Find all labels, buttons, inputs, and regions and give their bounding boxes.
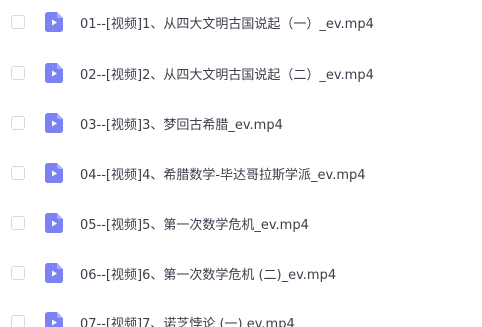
file-name[interactable]: 05--[视频]5、第一次数学危机_ev.mp4	[80, 214, 309, 233]
row-checkbox[interactable]	[11, 166, 25, 180]
video-file-icon	[45, 113, 63, 133]
video-file-icon	[45, 312, 63, 327]
list-item[interactable]: 05--[视频]5、第一次数学危机_ev.mp4	[0, 207, 482, 239]
video-file-icon	[45, 12, 63, 32]
file-name[interactable]: 04--[视频]4、希腊数学-毕达哥拉斯学派_ev.mp4	[80, 164, 366, 183]
list-item[interactable]: 04--[视频]4、希腊数学-毕达哥拉斯学派_ev.mp4	[0, 157, 482, 189]
file-name[interactable]: 02--[视频]2、从四大文明古国说起（二）_ev.mp4	[80, 64, 374, 83]
row-checkbox[interactable]	[11, 15, 25, 29]
file-list: 01--[视频]1、从四大文明古国说起（一）_ev.mp4 02--[视频]2、…	[0, 0, 482, 327]
row-checkbox[interactable]	[11, 266, 25, 280]
row-checkbox[interactable]	[11, 216, 25, 230]
file-name[interactable]: 01--[视频]1、从四大文明古国说起（一）_ev.mp4	[80, 13, 374, 32]
list-item[interactable]: 01--[视频]1、从四大文明古国说起（一）_ev.mp4	[0, 6, 482, 38]
file-name[interactable]: 03--[视频]3、梦回古希腊_ev.mp4	[80, 114, 283, 133]
list-item[interactable]: 03--[视频]3、梦回古希腊_ev.mp4	[0, 107, 482, 139]
list-item[interactable]: 06--[视频]6、第一次数学危机 (二)_ev.mp4	[0, 257, 482, 289]
row-checkbox[interactable]	[11, 315, 25, 327]
file-name[interactable]: 07--[视频]7、诺芝悖论 (一) ev.mp4	[80, 313, 295, 327]
video-file-icon	[45, 263, 63, 283]
file-name[interactable]: 06--[视频]6、第一次数学危机 (二)_ev.mp4	[80, 264, 336, 283]
list-item[interactable]: 07--[视频]7、诺芝悖论 (一) ev.mp4	[0, 306, 482, 327]
row-checkbox[interactable]	[11, 116, 25, 130]
video-file-icon	[45, 213, 63, 233]
row-checkbox[interactable]	[11, 66, 25, 80]
video-file-icon	[45, 63, 63, 83]
video-file-icon	[45, 163, 63, 183]
list-item[interactable]: 02--[视频]2、从四大文明古国说起（二）_ev.mp4	[0, 57, 482, 89]
